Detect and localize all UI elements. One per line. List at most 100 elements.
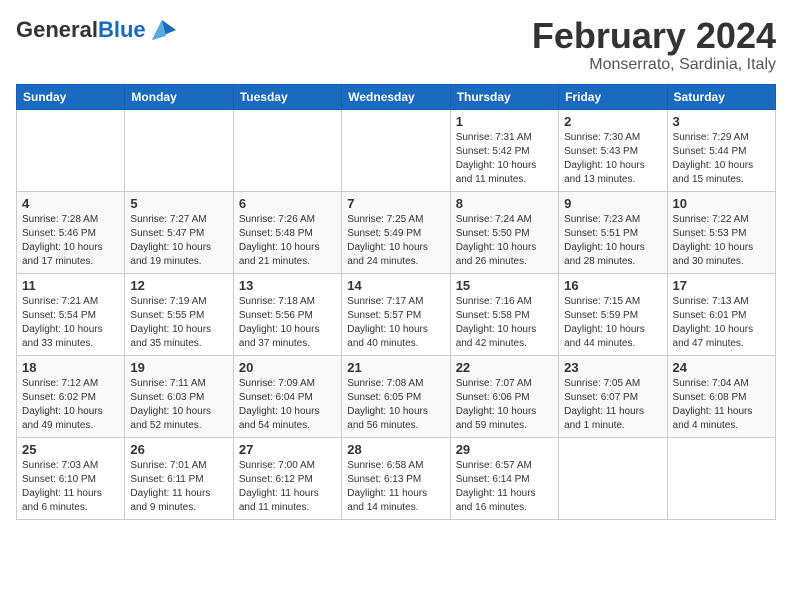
calendar-cell: 15Sunrise: 7:16 AM Sunset: 5:58 PM Dayli… [450, 273, 558, 355]
calendar-table: SundayMondayTuesdayWednesdayThursdayFrid… [16, 84, 776, 520]
calendar-cell: 13 Sunrise: 7:18 AM Sunset: 5:56 PM Dayli… [233, 273, 341, 355]
day-number: 5 [130, 196, 227, 211]
day-details: Sunrise: 7:21 AM Sunset: 5:54 PM Dayligh… [22, 295, 119, 351]
day-details: Sunrise: 7:22 AM Sunset: 5:53 PM Dayligh… [673, 213, 770, 269]
day-number: 29 [456, 442, 553, 457]
calendar-cell: 5 Sunrise: 7:27 AM Sunset: 5:47 PM Daylig… [125, 191, 233, 273]
calendar-cell [125, 109, 233, 191]
calendar-cell: 14 Sunrise: 7:17 AM Sunset: 5:57 PM Dayli… [342, 273, 450, 355]
day-number: 18 [22, 360, 119, 375]
calendar-cell [17, 109, 125, 191]
title-block: February 2024 Monserrato, Sardinia, Ital… [532, 16, 776, 74]
day-details: Sunrise: 7:17 AM Sunset: 5:57 PM Dayligh… [347, 295, 444, 351]
calendar-cell: 26 Sunrise: 7:01 AM Sunset: 6:11 PM Dayli… [125, 437, 233, 519]
logo-general-text: General [16, 17, 98, 42]
day-details: Sunrise: 7:31 AM Sunset: 5:42 PM Dayligh… [456, 131, 553, 187]
calendar-cell: 28 Sunrise: 6:58 AM Sunset: 6:13 PM Dayli… [342, 437, 450, 519]
day-details: Sunrise: 7:25 AM Sunset: 5:49 PM Dayligh… [347, 213, 444, 269]
day-details: Sunrise: 7:01 AM Sunset: 6:11 PM Dayligh… [130, 459, 227, 515]
calendar-cell: 24 Sunrise: 7:04 AM Sunset: 6:08 PM Dayli… [667, 355, 775, 437]
day-details: Sunrise: 6:58 AM Sunset: 6:13 PM Dayligh… [347, 459, 444, 515]
day-details: Sunrise: 7:12 AM Sunset: 6:02 PM Dayligh… [22, 377, 119, 433]
day-number: 1 [456, 114, 553, 129]
day-details: Sunrise: 7:28 AM Sunset: 5:46 PM Dayligh… [22, 213, 119, 269]
calendar-cell: 23 Sunrise: 7:05 AM Sunset: 6:07 PM Dayli… [559, 355, 667, 437]
calendar-week-row: 18 Sunrise: 7:12 AM Sunset: 6:02 PM Dayli… [17, 355, 776, 437]
calendar-day-header: Thursday [450, 84, 558, 109]
calendar-day-header: Monday [125, 84, 233, 109]
calendar-cell: 9 Sunrise: 7:23 AM Sunset: 5:51 PM Daylig… [559, 191, 667, 273]
day-details: Sunrise: 7:15 AM Sunset: 5:59 PM Dayligh… [564, 295, 661, 351]
day-number: 14 [347, 278, 444, 293]
logo-icon [148, 16, 176, 44]
calendar-cell: 22 Sunrise: 7:07 AM Sunset: 6:06 PM Dayli… [450, 355, 558, 437]
day-number: 19 [130, 360, 227, 375]
day-details: Sunrise: 7:00 AM Sunset: 6:12 PM Dayligh… [239, 459, 336, 515]
day-details: Sunrise: 7:24 AM Sunset: 5:50 PM Dayligh… [456, 213, 553, 269]
day-number: 9 [564, 196, 661, 211]
calendar-cell: 21 Sunrise: 7:08 AM Sunset: 6:05 PM Dayli… [342, 355, 450, 437]
calendar-cell: 4Sunrise: 7:28 AM Sunset: 5:46 PM Daylig… [17, 191, 125, 273]
day-details: Sunrise: 7:18 AM Sunset: 5:56 PM Dayligh… [239, 295, 336, 351]
day-number: 28 [347, 442, 444, 457]
calendar-cell: 29Sunrise: 6:57 AM Sunset: 6:14 PM Dayli… [450, 437, 558, 519]
day-number: 13 [239, 278, 336, 293]
calendar-day-header: Sunday [17, 84, 125, 109]
day-details: Sunrise: 7:09 AM Sunset: 6:04 PM Dayligh… [239, 377, 336, 433]
calendar-week-row: 4Sunrise: 7:28 AM Sunset: 5:46 PM Daylig… [17, 191, 776, 273]
calendar-day-header: Saturday [667, 84, 775, 109]
day-details: Sunrise: 7:30 AM Sunset: 5:43 PM Dayligh… [564, 131, 661, 187]
calendar-cell: 1 Sunrise: 7:31 AM Sunset: 5:42 PM Daylig… [450, 109, 558, 191]
day-number: 25 [22, 442, 119, 457]
calendar-cell: 12 Sunrise: 7:19 AM Sunset: 5:55 PM Dayli… [125, 273, 233, 355]
calendar-cell: 25 Sunrise: 7:03 AM Sunset: 6:10 PM Dayli… [17, 437, 125, 519]
day-number: 21 [347, 360, 444, 375]
day-details: Sunrise: 7:05 AM Sunset: 6:07 PM Dayligh… [564, 377, 661, 433]
day-details: Sunrise: 7:07 AM Sunset: 6:06 PM Dayligh… [456, 377, 553, 433]
calendar-cell: 10 Sunrise: 7:22 AM Sunset: 5:53 PM Dayli… [667, 191, 775, 273]
day-details: Sunrise: 7:03 AM Sunset: 6:10 PM Dayligh… [22, 459, 119, 515]
day-number: 24 [673, 360, 770, 375]
calendar-day-header: Tuesday [233, 84, 341, 109]
day-number: 6 [239, 196, 336, 211]
calendar-cell: 19 Sunrise: 7:11 AM Sunset: 6:03 PM Dayli… [125, 355, 233, 437]
day-number: 8 [456, 196, 553, 211]
logo-blue-text: Blue [98, 17, 146, 42]
calendar-cell: 20 Sunrise: 7:09 AM Sunset: 6:04 PM Dayli… [233, 355, 341, 437]
calendar-cell: 17 Sunrise: 7:13 AM Sunset: 6:01 PM Dayli… [667, 273, 775, 355]
calendar-cell: 18 Sunrise: 7:12 AM Sunset: 6:02 PM Dayli… [17, 355, 125, 437]
day-number: 22 [456, 360, 553, 375]
calendar-week-row: 1 Sunrise: 7:31 AM Sunset: 5:42 PM Daylig… [17, 109, 776, 191]
location-subtitle: Monserrato, Sardinia, Italy [532, 56, 776, 74]
calendar-cell: 7Sunrise: 7:25 AM Sunset: 5:49 PM Daylig… [342, 191, 450, 273]
day-details: Sunrise: 7:19 AM Sunset: 5:55 PM Dayligh… [130, 295, 227, 351]
day-number: 27 [239, 442, 336, 457]
calendar-cell: 11Sunrise: 7:21 AM Sunset: 5:54 PM Dayli… [17, 273, 125, 355]
calendar-cell [342, 109, 450, 191]
day-details: Sunrise: 7:16 AM Sunset: 5:58 PM Dayligh… [456, 295, 553, 351]
day-number: 17 [673, 278, 770, 293]
day-details: Sunrise: 7:23 AM Sunset: 5:51 PM Dayligh… [564, 213, 661, 269]
calendar-cell: 27 Sunrise: 7:00 AM Sunset: 6:12 PM Dayli… [233, 437, 341, 519]
day-number: 20 [239, 360, 336, 375]
day-details: Sunrise: 7:13 AM Sunset: 6:01 PM Dayligh… [673, 295, 770, 351]
calendar-cell [667, 437, 775, 519]
day-number: 12 [130, 278, 227, 293]
calendar-week-row: 11Sunrise: 7:21 AM Sunset: 5:54 PM Dayli… [17, 273, 776, 355]
day-number: 26 [130, 442, 227, 457]
day-details: Sunrise: 7:04 AM Sunset: 6:08 PM Dayligh… [673, 377, 770, 433]
calendar-cell: 6Sunrise: 7:26 AM Sunset: 5:48 PM Daylig… [233, 191, 341, 273]
day-details: Sunrise: 7:27 AM Sunset: 5:47 PM Dayligh… [130, 213, 227, 269]
day-details: Sunrise: 7:11 AM Sunset: 6:03 PM Dayligh… [130, 377, 227, 433]
calendar-day-header: Friday [559, 84, 667, 109]
day-number: 23 [564, 360, 661, 375]
day-number: 16 [564, 278, 661, 293]
calendar-cell: 2 Sunrise: 7:30 AM Sunset: 5:43 PM Daylig… [559, 109, 667, 191]
calendar-cell [233, 109, 341, 191]
day-number: 2 [564, 114, 661, 129]
day-number: 10 [673, 196, 770, 211]
day-number: 3 [673, 114, 770, 129]
day-details: Sunrise: 7:08 AM Sunset: 6:05 PM Dayligh… [347, 377, 444, 433]
logo: GeneralBlue [16, 16, 176, 44]
calendar-day-header: Wednesday [342, 84, 450, 109]
